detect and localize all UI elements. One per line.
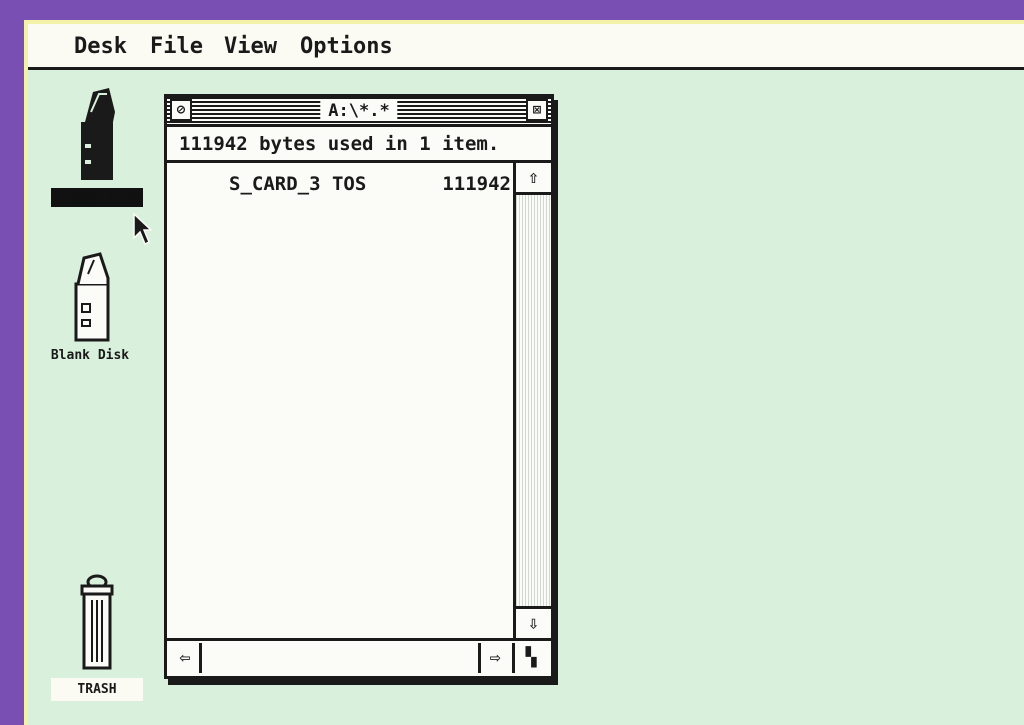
- scroll-left-arrow-icon[interactable]: ⇦: [171, 643, 202, 673]
- file-item[interactable]: S_CARD_3 TOS 111942: [229, 173, 519, 199]
- trash-label-box: TRASH: [42, 678, 152, 701]
- vertical-scrollbar[interactable]: ⇧ ⇩: [513, 163, 551, 638]
- scroll-down-arrow-icon[interactable]: ⇩: [516, 606, 551, 638]
- mouse-pointer-icon: [133, 212, 152, 246]
- desktop: Desk File View Options Floppy Disk Blank…: [24, 20, 1024, 725]
- menu-options[interactable]: Options: [300, 34, 393, 59]
- blank-disk-desktop-icon[interactable]: Blank Disk: [40, 244, 140, 363]
- trash-label: TRASH: [51, 678, 143, 701]
- window-title: A:\*.*: [320, 101, 398, 121]
- window-info-line: 111942 bytes used in 1 item.: [167, 127, 551, 163]
- menu-view[interactable]: View: [224, 34, 277, 59]
- floppy-disk-desktop-icon[interactable]: Floppy Disk: [42, 82, 152, 207]
- floppy-disk-label: Floppy Disk: [42, 186, 152, 207]
- file-size: 111942: [442, 173, 511, 195]
- close-box-icon[interactable]: ⊘: [170, 99, 192, 121]
- menu-file[interactable]: File: [150, 34, 203, 59]
- file-name: S_CARD_3 TOS: [229, 173, 367, 195]
- menu-bar: Desk File View Options: [28, 24, 1024, 70]
- trash-desktop-icon[interactable]: TRASH: [42, 572, 152, 701]
- menu-desk[interactable]: Desk: [74, 34, 127, 59]
- scroll-right-arrow-icon[interactable]: ⇨: [478, 643, 509, 673]
- directory-window: ⊘ A:\*.* ⊠ 111942 bytes used in 1 item. …: [164, 94, 554, 679]
- drawer-icon: [74, 252, 110, 342]
- window-sizer-icon[interactable]: ▚: [512, 643, 547, 673]
- scroll-up-arrow-icon[interactable]: ⇧: [516, 163, 551, 195]
- horizontal-scrollbar[interactable]: ⇦ ⇨ ▚: [167, 638, 551, 676]
- trash-can-icon: [80, 574, 114, 670]
- blank-disk-label: Blank Disk: [50, 348, 130, 363]
- window-title-bar[interactable]: ⊘ A:\*.* ⊠: [167, 97, 551, 127]
- file-list: S_CARD_3 TOS 111942: [167, 163, 515, 638]
- drawer-icon: [81, 88, 115, 180]
- fuller-box-icon[interactable]: ⊠: [526, 99, 548, 121]
